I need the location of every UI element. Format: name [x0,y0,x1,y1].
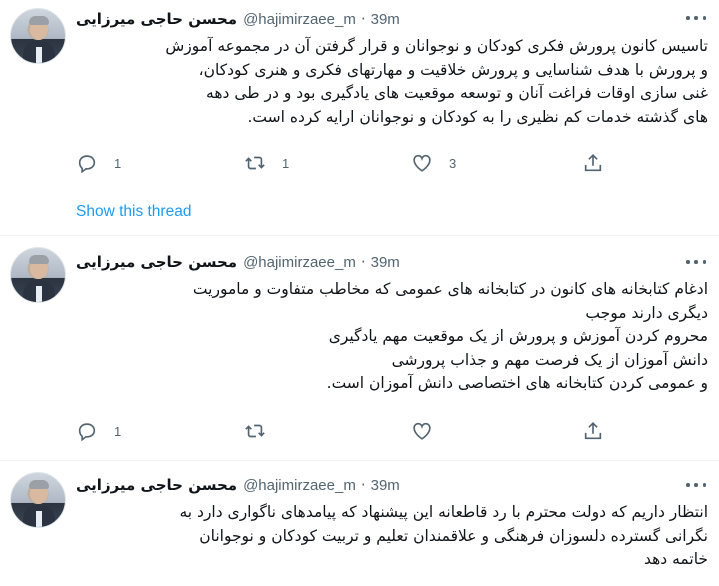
user-handle[interactable]: @hajimirzaee_m [243,477,356,494]
tweet-text: ادغام کتابخانه های کانون در کتابخانه های… [192,280,708,392]
reply-count: 1 [114,423,122,439]
tweet-header: محسن حاجی میرزایی @hajimirzaee_m · 39m [76,251,400,273]
user-handle[interactable]: @hajimirzaee_m [243,254,356,271]
tweet-text: انتظار داریم که دولت محترم با رد قاطعانه… [179,503,708,568]
reply-icon [78,423,96,442]
more-icon[interactable] [686,255,706,269]
tweet-actions: 1 1 3 [76,151,616,175]
avatar[interactable] [10,472,66,528]
reply-count: 1 [114,155,122,171]
heart-icon [413,422,431,440]
display-name[interactable]: محسن حاجی میرزایی [76,476,237,494]
tweet-3[interactable]: محسن حاجی میرزایی @hajimirzaee_m · 39m ا… [0,461,719,586]
like-button[interactable]: 3 [411,151,456,175]
retweet-icon [245,424,265,438]
tweet-2[interactable]: محسن حاجی میرزایی @hajimirzaee_m · 39m ا… [0,236,719,460]
more-icon[interactable] [686,478,706,492]
retweet-button[interactable]: 1 [244,151,289,175]
reply-icon [78,155,96,174]
separator-dot: · [360,253,366,271]
avatar[interactable] [10,8,66,64]
retweet-count: 1 [282,155,290,171]
tweet-actions: 1 [76,419,616,443]
timestamp[interactable]: 39m [371,11,400,28]
timestamp[interactable]: 39m [371,477,400,494]
user-handle[interactable]: @hajimirzaee_m [243,11,356,28]
tweet-header: محسن حاجی میرزایی @hajimirzaee_m · 39m [76,8,400,30]
share-icon [584,154,602,172]
separator-dot: · [360,10,366,28]
tweet-header: محسن حاجی میرزایی @hajimirzaee_m · 39m [76,474,400,496]
like-count: 3 [449,155,457,171]
share-icon [584,422,602,440]
share-button[interactable] [582,419,604,443]
reply-button[interactable]: 1 [76,151,121,175]
share-button[interactable] [582,151,604,175]
display-name[interactable]: محسن حاجی میرزایی [76,10,237,28]
separator-dot: · [360,476,366,494]
like-button[interactable] [411,419,433,443]
display-name[interactable]: محسن حاجی میرزایی [76,253,237,271]
tweet-text: تاسیس کانون پرورش فکری کودکان و نوجوانان… [165,37,708,126]
timestamp[interactable]: 39m [371,254,400,271]
retweet-button[interactable] [244,419,266,443]
more-icon[interactable] [686,11,706,25]
retweet-icon [245,156,265,170]
tweet-1[interactable]: محسن حاجی میرزایی @hajimirzaee_m · 39m ت… [0,0,719,235]
heart-icon [413,154,431,172]
reply-button[interactable]: 1 [76,419,121,443]
avatar[interactable] [10,247,66,303]
show-thread-link[interactable]: Show this thread [76,203,191,221]
